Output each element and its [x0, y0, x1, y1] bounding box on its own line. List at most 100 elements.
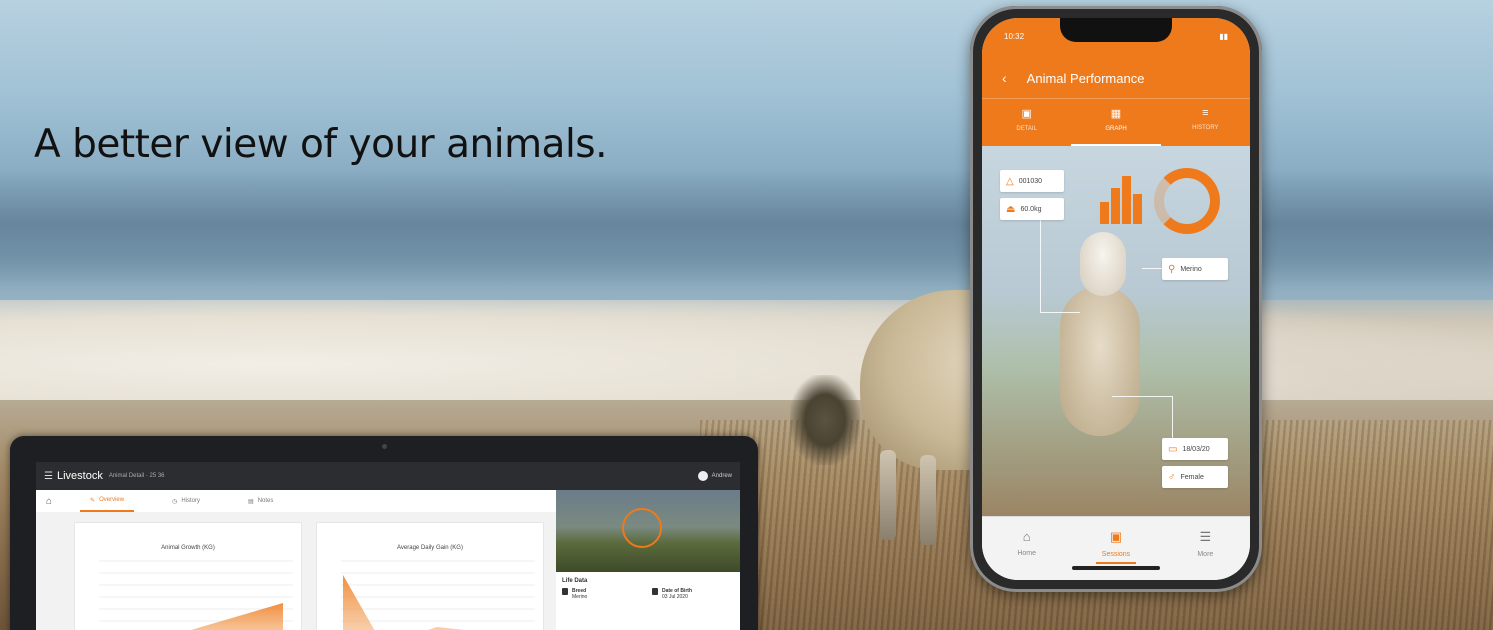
battery-icon: ▮▮ — [1219, 32, 1228, 41]
shrub — [790, 375, 860, 465]
chart-title: Average Daily Gain (KG) — [397, 545, 463, 551]
tab-label: Overview — [99, 497, 125, 503]
bar — [1122, 176, 1131, 224]
sheep-image — [1060, 232, 1140, 472]
chart-icon: ✎ — [90, 497, 96, 504]
hero-headline: A better view of your animals. — [34, 122, 608, 167]
home-icon[interactable]: ⌂ — [46, 496, 52, 507]
callout-value: Merino — [1180, 265, 1202, 273]
callout-value: 001030 — [1018, 177, 1043, 185]
active-tab-indicator — [1095, 562, 1136, 564]
tab-bar: ⌂ ✎ Overview ◷ History ▤ Notes — [36, 490, 556, 512]
calendar-icon: ▭ — [1168, 443, 1178, 455]
callout-line — [1112, 396, 1172, 397]
segment-tabs: ▣ DETAIL ▦ GRAPH ≡ HISTORY — [982, 98, 1250, 146]
tab-label: Home — [1017, 550, 1036, 557]
app-title: Livestock — [56, 470, 103, 482]
animal-photo — [556, 490, 740, 572]
search-icon: ⚲ — [1168, 263, 1176, 275]
app-header: ☰ Livestock Animal Detail · 25 36 Andrew — [36, 462, 740, 490]
field-value: 03 Jul 2020 — [662, 594, 688, 600]
phone-notch — [1060, 18, 1172, 42]
hamburger-menu-icon[interactable]: ☰ — [44, 471, 53, 482]
tab-notes[interactable]: ▤ Notes — [238, 492, 283, 511]
tag-icon: △ — [1006, 175, 1014, 187]
chart-title: Animal Growth (KG) — [161, 545, 215, 551]
life-data-breed: Breed Merino — [562, 588, 644, 600]
tab-label: History — [181, 498, 201, 504]
back-chevron-icon[interactable]: ‹ — [1002, 70, 1007, 86]
weight-ring — [622, 508, 662, 548]
avatar-icon — [697, 471, 708, 481]
tab-history[interactable]: ◷ History — [162, 492, 210, 511]
segment-graph[interactable]: ▦ GRAPH — [1071, 99, 1161, 146]
home-indicator[interactable] — [1072, 566, 1160, 570]
search-icon — [562, 588, 568, 595]
life-data-row: Breed Merino Date of Birth 03 Jul 2020 — [556, 588, 740, 600]
adg-area — [343, 575, 465, 630]
laptop-screen: ☰ Livestock Animal Detail · 25 36 Andrew… — [36, 462, 740, 630]
female-icon: ♂ — [1168, 471, 1176, 483]
home-icon: ⌂ — [1022, 529, 1031, 544]
user-name: Andrew — [711, 473, 732, 479]
callout-breed[interactable]: ⚲ Merino — [1162, 258, 1228, 280]
callout-date[interactable]: ▭ 18/03/20 — [1162, 438, 1228, 460]
life-data-dob: Date of Birth 03 Jul 2020 — [652, 588, 734, 600]
tab-sessions[interactable]: ▣ Sessions — [1071, 517, 1160, 580]
phone-device: 10:32 ▮▮ ‹ Animal Performance ▣ DETAIL ▦… — [970, 6, 1262, 592]
callout-weight[interactable]: ⏏ 60.0kg — [1000, 198, 1064, 220]
user-menu[interactable]: Andrew — [697, 471, 732, 481]
callout-sex[interactable]: ♂ Female — [1162, 466, 1228, 488]
bar — [1100, 202, 1109, 224]
life-data-title: Life Data — [562, 578, 588, 584]
tab-overview[interactable]: ✎ Overview — [80, 491, 135, 512]
adg-chart — [341, 560, 535, 630]
detail-icon: ▣ — [1021, 108, 1032, 120]
page-subtitle: Animal Detail · 25 36 — [108, 473, 165, 479]
segment-label: GRAPH — [1105, 126, 1127, 132]
tab-label: Notes — [257, 498, 274, 504]
growth-chart — [99, 560, 293, 630]
growth-area — [190, 603, 283, 630]
callout-value: 18/03/20 — [1182, 445, 1210, 453]
nav-bar: ‹ Animal Performance — [982, 58, 1250, 98]
laptop-camera — [382, 444, 387, 449]
sheep-leg — [880, 450, 896, 540]
callout-id[interactable]: △ 001030 — [1000, 170, 1064, 192]
weight-icon: ⏏ — [1006, 203, 1016, 215]
sheep-body — [1060, 286, 1140, 436]
tab-label: More — [1197, 551, 1214, 558]
phone-screen: 10:32 ▮▮ ‹ Animal Performance ▣ DETAIL ▦… — [982, 18, 1250, 580]
tab-more[interactable]: ☰ More — [1161, 517, 1250, 580]
sheep-leg — [920, 455, 936, 545]
callout-value: 60.0kg — [1020, 205, 1042, 213]
tab-label: Sessions — [1101, 551, 1131, 558]
more-icon: ☰ — [1199, 529, 1212, 544]
callout-line — [1040, 312, 1080, 313]
bar-graphic — [1100, 176, 1144, 224]
horizon-band — [0, 170, 1493, 290]
sessions-icon: ▣ — [1109, 529, 1123, 544]
tab-home[interactable]: ⌂ Home — [982, 517, 1071, 580]
sheep-head — [1080, 232, 1126, 296]
bar — [1133, 194, 1142, 224]
segment-label: DETAIL — [1016, 126, 1037, 132]
clock-icon: ◷ — [172, 498, 178, 505]
bar — [1111, 188, 1120, 224]
segment-label: HISTORY — [1192, 125, 1219, 131]
graph-icon: ▦ — [1110, 108, 1122, 120]
callout-line — [1172, 396, 1173, 440]
note-icon: ▤ — [248, 498, 254, 505]
adg-chart-card: Average Daily Gain (KG) — [316, 522, 544, 630]
callout-line — [1040, 212, 1041, 312]
graph-view: △ 001030 ⏏ 60.0kg ⚲ Merino ▭ 18/03/20 ♂ … — [982, 146, 1250, 516]
history-icon: ≡ — [1202, 107, 1209, 119]
animal-side-panel: Life Data Breed Merino Date of Birth 03 … — [556, 490, 740, 630]
growth-chart-card: Animal Growth (KG) — [74, 522, 302, 630]
status-time: 10:32 — [1004, 32, 1025, 41]
callout-value: Female — [1180, 473, 1204, 481]
calendar-icon — [652, 588, 658, 595]
segment-detail[interactable]: ▣ DETAIL — [982, 99, 1071, 146]
nav-title: Animal Performance — [1026, 70, 1145, 86]
segment-history[interactable]: ≡ HISTORY — [1161, 99, 1250, 146]
